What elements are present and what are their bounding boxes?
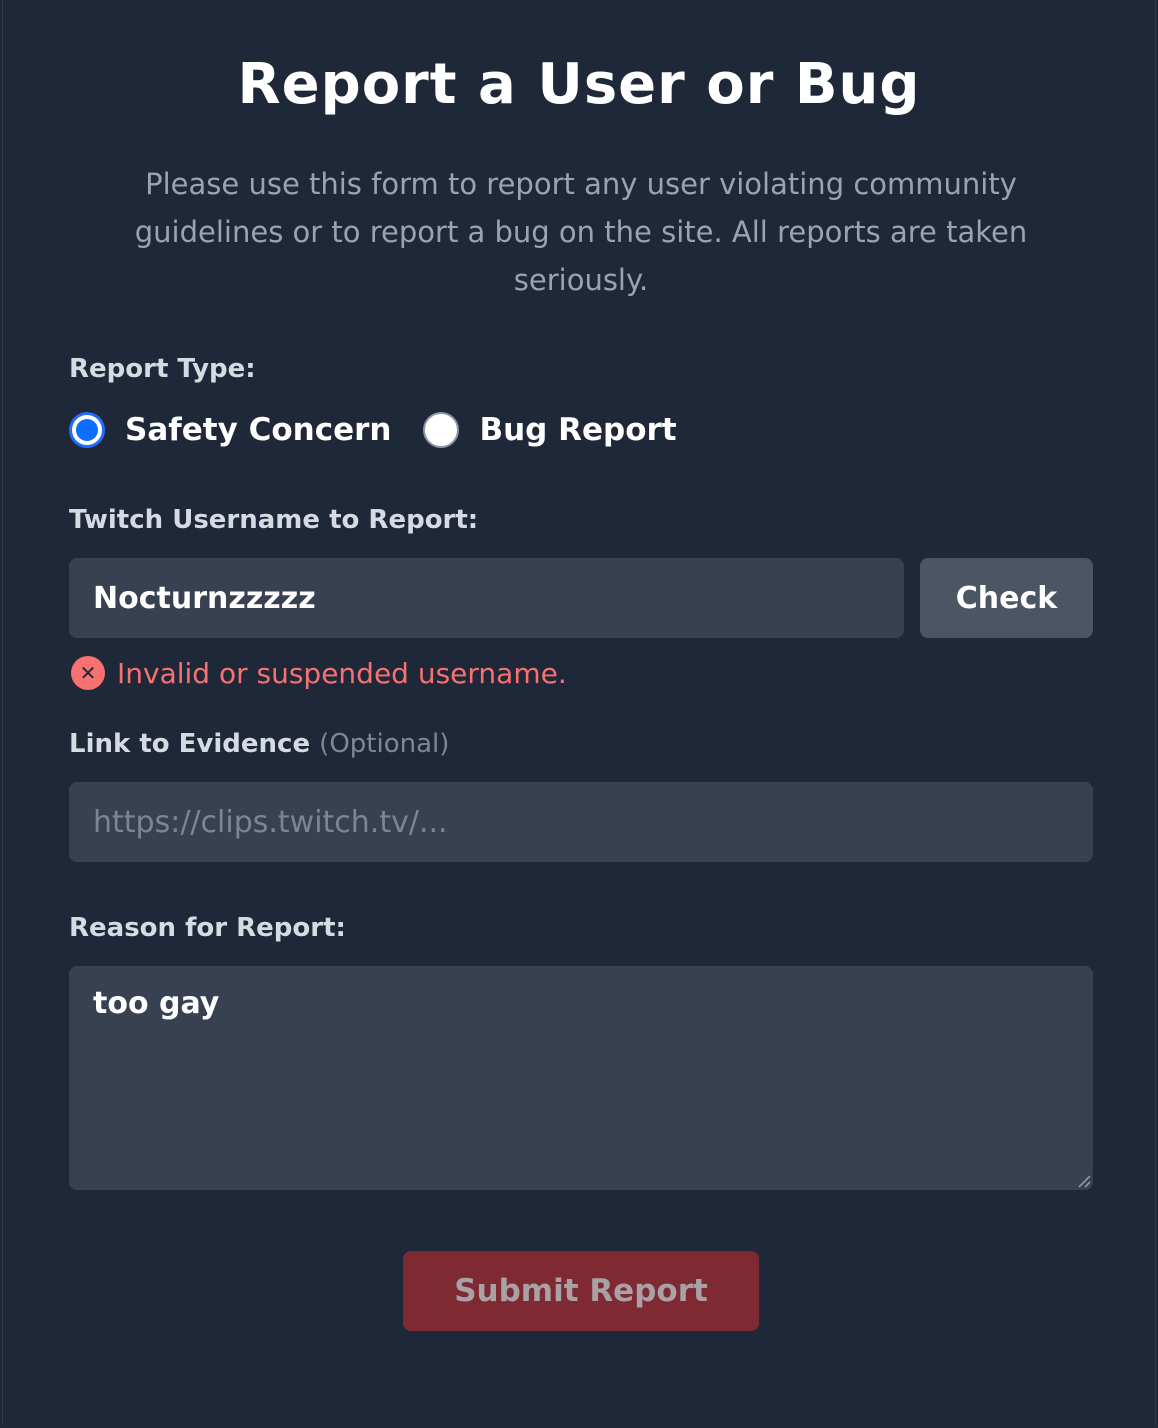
report-form-panel: Report a User or Bug Please use this for… bbox=[2, 0, 1156, 1426]
username-error: ✕ Invalid or suspended username. bbox=[71, 656, 567, 690]
evidence-label-text: Link to Evidence bbox=[69, 729, 311, 759]
bug-report-label[interactable]: Bug Report bbox=[479, 412, 676, 448]
reason-text: too gay bbox=[93, 986, 220, 1021]
reason-label: Reason for Report: bbox=[69, 913, 346, 943]
bug-report-radio[interactable] bbox=[423, 412, 460, 448]
resize-handle-icon[interactable] bbox=[1077, 1174, 1091, 1188]
evidence-label: Link to Evidence (Optional) bbox=[69, 729, 449, 759]
report-type-radio-group: Safety Concern Bug Report bbox=[69, 408, 709, 452]
x-circle-icon: ✕ bbox=[71, 656, 105, 690]
reason-textarea[interactable]: too gay bbox=[69, 966, 1093, 1190]
safety-concern-radio[interactable] bbox=[69, 412, 105, 448]
check-username-button[interactable]: Check bbox=[920, 558, 1093, 638]
page-title: Report a User or Bug bbox=[237, 52, 921, 117]
safety-concern-label[interactable]: Safety Concern bbox=[125, 412, 391, 448]
username-input[interactable]: Nocturnzzzzz bbox=[69, 558, 904, 638]
username-error-text: Invalid or suspended username. bbox=[117, 656, 567, 690]
evidence-link-input[interactable]: https://clips.twitch.tv/... bbox=[69, 782, 1093, 862]
radio-option-bug-report[interactable]: Bug Report bbox=[423, 412, 708, 448]
submit-report-button[interactable]: Submit Report bbox=[403, 1251, 759, 1331]
evidence-optional-text: (Optional) bbox=[319, 729, 450, 759]
form-description: Please use this form to report any user … bbox=[134, 167, 1028, 297]
report-type-label: Report Type: bbox=[69, 354, 256, 384]
radio-option-safety-concern[interactable]: Safety Concern bbox=[69, 412, 423, 448]
username-label: Twitch Username to Report: bbox=[69, 505, 479, 535]
